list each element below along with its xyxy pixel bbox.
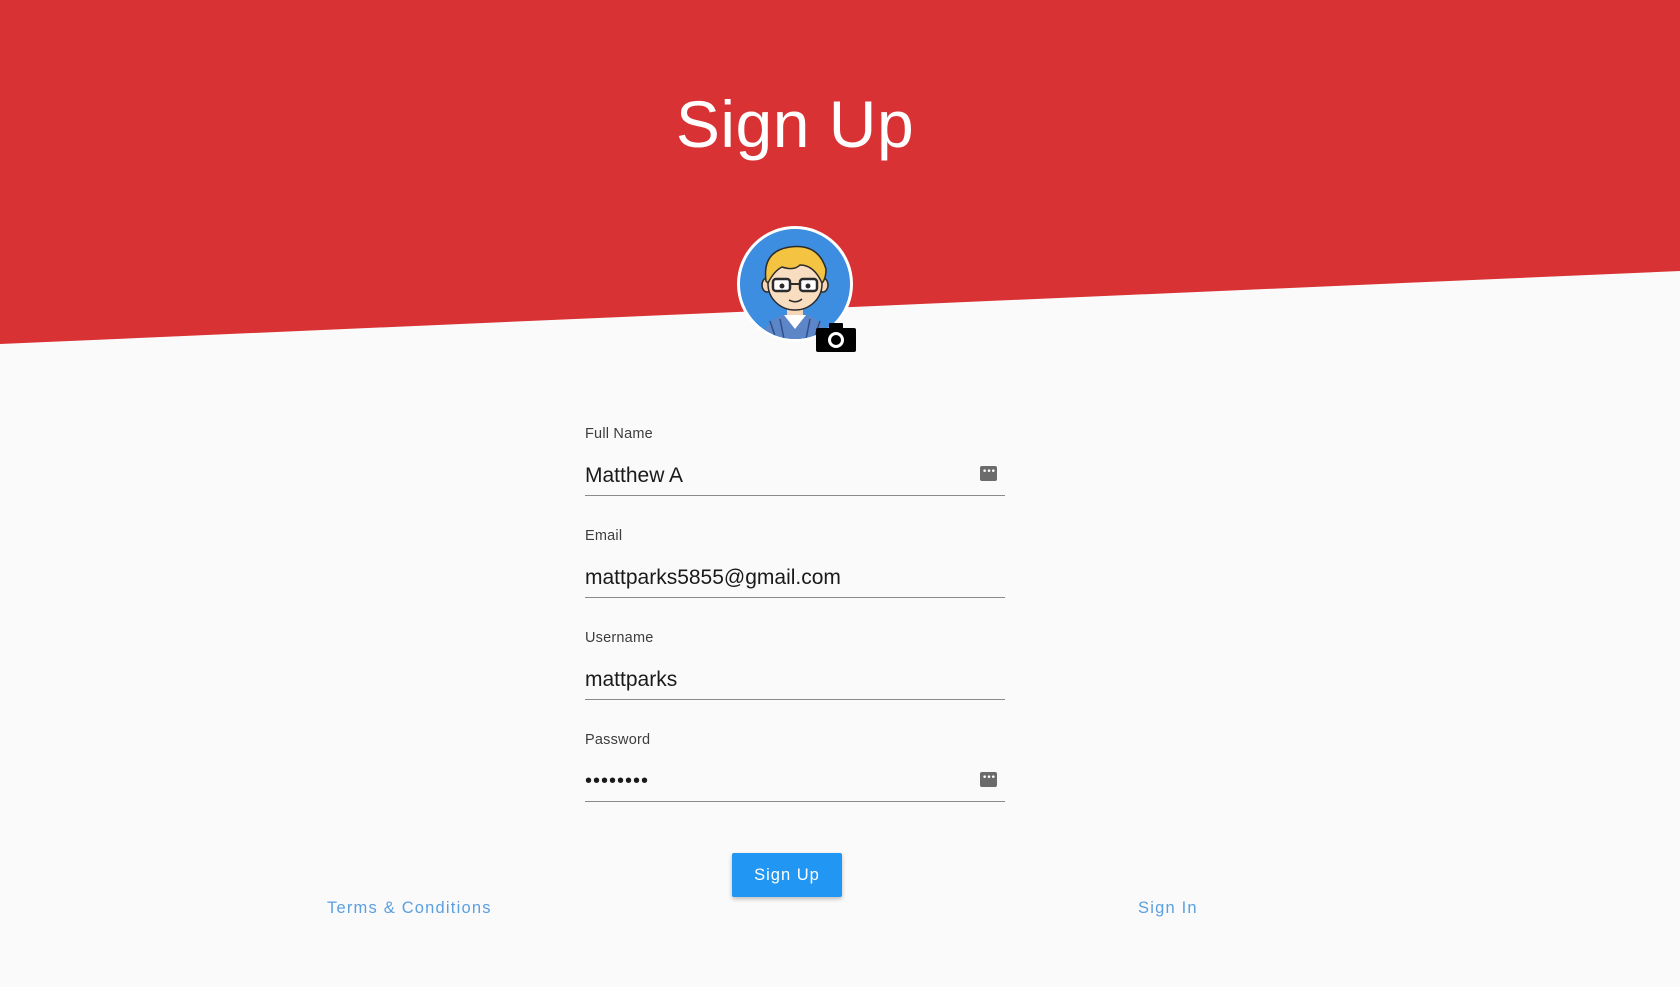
signup-form: Full Name ••• Email Username Password ••… xyxy=(585,420,1005,828)
username-input[interactable] xyxy=(585,660,1005,700)
sign-up-button[interactable]: Sign Up xyxy=(732,853,842,897)
full-name-input[interactable] xyxy=(585,456,1005,496)
password-label: Password xyxy=(585,732,651,748)
full-name-field-group: Full Name ••• xyxy=(585,420,1005,522)
page-title: Sign Up xyxy=(675,87,915,161)
terms-conditions-link[interactable]: Terms & Conditions xyxy=(327,899,492,918)
avatar-container[interactable] xyxy=(737,226,856,352)
email-field-group: Email xyxy=(585,522,1005,624)
password-input[interactable] xyxy=(585,762,1005,802)
email-label: Email xyxy=(585,528,623,544)
username-field-group: Username xyxy=(585,624,1005,726)
camera-icon[interactable] xyxy=(816,322,856,352)
more-options-icon[interactable]: ••• xyxy=(980,466,997,481)
sign-in-link[interactable]: Sign In xyxy=(1138,899,1198,918)
more-options-icon[interactable]: ••• xyxy=(980,772,997,787)
email-input[interactable] xyxy=(585,558,1005,598)
password-field-group: Password ••• xyxy=(585,726,1005,828)
username-label: Username xyxy=(585,630,654,646)
full-name-label: Full Name xyxy=(585,426,653,442)
signup-page: Sign Up Full Name Matthew A ••• Email ma… xyxy=(0,0,1680,987)
